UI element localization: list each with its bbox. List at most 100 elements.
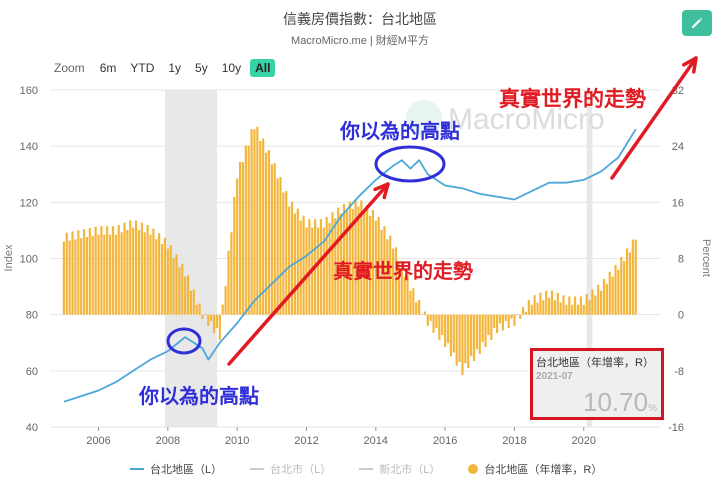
bar — [74, 239, 77, 315]
legend-label: 台北地區（年增率，R） — [484, 464, 603, 476]
legend-line-swatch — [359, 468, 374, 470]
bar — [444, 314, 447, 347]
zoom-ytd-button[interactable]: YTD — [125, 59, 159, 77]
chart-subtitle: MacroMicro.me | 財經M平方 — [291, 35, 429, 47]
bar — [62, 241, 65, 315]
bar — [117, 225, 120, 315]
bar — [233, 196, 236, 315]
bar — [504, 314, 507, 321]
tooltip: 台北地區（年增率，R） 2021-07 10.70% — [530, 348, 664, 420]
bar — [123, 222, 126, 315]
bar — [455, 314, 458, 366]
bar — [452, 314, 455, 353]
legend-item-taipei-area[interactable]: 台北地區（L） — [130, 461, 222, 477]
bar — [464, 314, 467, 364]
bar — [625, 248, 629, 315]
bar — [325, 216, 328, 315]
annotation-trend-label-top: 真實世界的走勢 — [499, 88, 646, 111]
bar — [114, 234, 117, 315]
bar — [519, 314, 522, 319]
bar — [212, 314, 216, 333]
y-right-tick-label: 0 — [678, 310, 684, 322]
bar — [137, 229, 141, 315]
legend-label: 新北市（L） — [379, 464, 441, 476]
legend-item-taipei-yoy[interactable]: 台北地區（年增率，R） — [468, 461, 602, 477]
x-tick-label: 2014 — [364, 435, 388, 447]
bar — [556, 292, 559, 315]
bar — [149, 234, 152, 315]
bar — [160, 243, 164, 315]
x-tick-label: 2018 — [502, 435, 526, 447]
zoom-6m-button[interactable]: 6m — [95, 59, 122, 77]
x-tick-label: 2020 — [572, 435, 596, 447]
bar — [253, 129, 256, 315]
bar — [103, 234, 106, 315]
bar — [441, 314, 444, 336]
bar — [80, 238, 83, 315]
y-left-tick-label: 160 — [20, 85, 38, 97]
bar — [106, 226, 109, 315]
bar — [559, 302, 562, 315]
tooltip-series: 台北地區（年增率，R） — [536, 357, 654, 369]
legend-item-taipei-city[interactable]: 台北市（L） — [250, 461, 331, 477]
bar — [224, 286, 227, 315]
bar — [409, 290, 412, 315]
bar — [126, 229, 129, 315]
bar — [493, 314, 496, 329]
bar — [91, 235, 94, 315]
tooltip-value-wrap: 10.70% — [583, 387, 657, 418]
bar — [631, 239, 634, 315]
y-left-tick-label: 60 — [26, 366, 38, 378]
bar — [576, 304, 580, 315]
zoom-all-button[interactable]: All — [250, 59, 276, 77]
bar — [617, 269, 620, 315]
bar — [241, 162, 245, 315]
legend-line-swatch — [250, 468, 265, 470]
zoom-5y-button[interactable]: 5y — [190, 59, 213, 77]
edit-button[interactable] — [682, 10, 712, 36]
bar — [152, 228, 155, 315]
bar — [533, 295, 536, 315]
bar — [478, 314, 481, 354]
bar — [94, 226, 97, 315]
annotation-peak-label-bottom: 你以為的高點 — [139, 386, 259, 408]
y-right-tick-label: -8 — [674, 366, 684, 378]
bar — [458, 314, 461, 362]
bar — [247, 145, 250, 315]
bar — [181, 263, 184, 315]
zoom-1y-button[interactable]: 1y — [163, 59, 186, 77]
bar — [435, 314, 438, 329]
zoom-10y-button[interactable]: 10y — [217, 59, 246, 77]
bar — [545, 290, 548, 315]
bar — [227, 250, 230, 315]
x-tick-label: 2006 — [86, 435, 110, 447]
bar — [267, 150, 271, 315]
y-left-axis-title: Index — [3, 244, 15, 271]
tooltip-unit: % — [648, 403, 657, 414]
tooltip-date: 2021-07 — [536, 371, 573, 382]
bar — [166, 248, 169, 315]
bar — [97, 234, 100, 315]
bar — [276, 178, 279, 315]
bar — [490, 314, 493, 340]
x-tick-label: 2010 — [225, 435, 249, 447]
bar — [184, 276, 187, 315]
bar — [597, 284, 600, 315]
bar — [71, 231, 74, 315]
bar — [256, 126, 259, 315]
bar — [169, 244, 172, 315]
bar — [608, 271, 611, 315]
x-tick-label: 2016 — [433, 435, 457, 447]
bar — [516, 313, 519, 315]
bar — [432, 314, 435, 333]
bar — [475, 314, 478, 350]
legend-dot-swatch — [468, 464, 479, 474]
legend-item-new-taipei[interactable]: 新北市（L） — [359, 461, 440, 477]
bar — [108, 234, 112, 315]
bar — [262, 138, 265, 315]
bar — [536, 302, 539, 315]
bar — [77, 230, 80, 315]
bar — [582, 304, 585, 315]
bar — [594, 295, 597, 315]
bar — [412, 288, 415, 315]
